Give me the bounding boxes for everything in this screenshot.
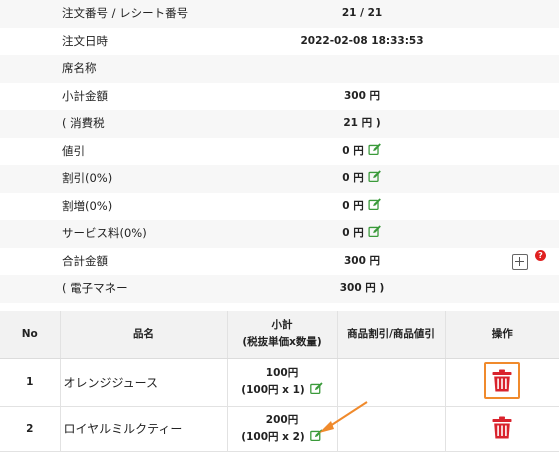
order-date-label: 注文日時 (62, 33, 108, 48)
yen-unit: 円 (353, 172, 364, 184)
yen-unit: 円 (365, 282, 376, 294)
tax-row: ( 消費税 21 円 ) (0, 110, 559, 138)
header-subtotal-line1: 小計 (271, 319, 293, 332)
subtotal-value: 300 円 (344, 83, 380, 111)
order-items-table: No 品名 小計 (税抜単価x数量) 商品割引/商品値引 操作 1 オレンジジュー… (0, 311, 559, 452)
surcharge-amount: 0 (342, 199, 350, 212)
total-value: 300 円 (344, 248, 380, 276)
tax-label: ( 消費税 (62, 116, 105, 130)
surcharge-row: 割増(0%) 0 円 (0, 193, 559, 221)
edit-icon[interactable] (368, 197, 382, 211)
close-paren: ) (379, 282, 385, 294)
row-subtotal: 200円 (100円 x 2) (227, 406, 338, 452)
trash-icon (492, 369, 512, 392)
rate-discount-amount: 0 (342, 172, 350, 184)
row-subtotal-detail: (100円 x 2) (241, 430, 305, 443)
row-subtotal-amount: 200円 (265, 413, 299, 426)
table-row: 1 オレンジジュース 100円 (100円 x 1) (0, 358, 559, 407)
seat-label: 席名称 (62, 61, 97, 75)
rate-discount-value: 0 円 (342, 165, 382, 193)
rate-discount-label: 割引(0%) (62, 171, 113, 185)
row-no: 2 (0, 406, 61, 452)
order-summary: 注文番号 / レシート番号 21 / 21 注文日時 2022-02-08 18… (0, 0, 559, 303)
order-date-value: 2022-02-08 18:33:53 (300, 34, 424, 47)
table-row: 2 ロイヤルミルクティー 200円 (100円 x 2) (0, 406, 559, 452)
service-charge-row: サービス料(0%) 0 円 (0, 220, 559, 248)
rate-discount-row: 割引(0%) 0 円 (0, 165, 559, 193)
price-discount-amount: 0 (342, 144, 350, 157)
row-subtotal: 100円 (100円 x 1) (227, 358, 338, 407)
yen-unit: 円 (353, 227, 364, 239)
order-number-value: 21 / 21 (341, 7, 383, 19)
total-amount: 300 (343, 254, 366, 267)
delete-button[interactable] (484, 409, 520, 446)
row-no: 1 (0, 358, 61, 407)
edit-icon[interactable] (368, 225, 382, 238)
row-item-discount (337, 358, 446, 407)
emoney-row: ( 電子マネー 300 円 ) (0, 275, 559, 303)
service-charge-value: 0 円 (342, 220, 382, 248)
subtotal-amount: 300 (343, 89, 366, 102)
order-number-row: 注文番号 / レシート番号 21 / 21 (0, 0, 559, 28)
order-date-row: 注文日時 2022-02-08 18:33:53 (0, 28, 559, 56)
yen-unit: 円 (353, 199, 364, 212)
edit-icon[interactable] (368, 170, 382, 183)
price-discount-value: 0 円 (342, 138, 382, 166)
price-discount-row: 値引 0 円 (0, 138, 559, 166)
subtotal-label: 小計金額 (62, 88, 108, 103)
yen-unit: 円 (353, 144, 364, 157)
header-name: 品名 (60, 311, 228, 359)
trash-icon (492, 416, 512, 438)
yen-unit: 円 (361, 117, 373, 129)
emoney-amount: 300 (339, 282, 362, 294)
edit-icon[interactable] (368, 142, 382, 156)
tax-value: 21 円 ) (343, 110, 380, 138)
edit-icon[interactable] (309, 382, 323, 395)
row-subtotal-amount: 100円 (265, 367, 299, 379)
plus-square-icon[interactable] (512, 253, 528, 270)
order-number-label: 注文番号 / レシート番号 (62, 6, 189, 20)
edit-icon[interactable] (309, 428, 323, 442)
surcharge-label: 割増(0%) (62, 198, 113, 213)
row-action (445, 358, 559, 407)
emoney-label: ( 電子マネー (62, 281, 128, 295)
yen-unit: 円 (369, 254, 381, 267)
total-label: 合計金額 (62, 253, 108, 268)
seat-row: 席名称 (0, 55, 559, 83)
surcharge-value: 0 円 (342, 193, 382, 221)
yen-unit: 円 (369, 89, 381, 102)
header-subtotal-line2: (税抜単価x数量) (242, 336, 322, 349)
row-subtotal-detail: (100円 x 1) (241, 384, 305, 396)
service-charge-label: サービス料(0%) (62, 226, 147, 240)
header-no: No (0, 311, 61, 359)
header-action: 操作 (445, 311, 559, 359)
close-paren: ) (375, 117, 381, 129)
total-row: 合計金額 300 円 ? (0, 248, 559, 276)
row-item-discount (337, 406, 446, 452)
row-item-name: ロイヤルミルクティー (60, 406, 228, 452)
tax-amount: 21 (343, 117, 358, 129)
service-charge-amount: 0 (342, 227, 350, 239)
header-item-discount: 商品割引/商品値引 (337, 311, 446, 359)
price-discount-label: 値引 (62, 143, 85, 158)
table-header-row: No 品名 小計 (税抜単価x数量) 商品割引/商品値引 操作 (0, 311, 559, 359)
delete-button[interactable] (484, 362, 521, 399)
question-circle-icon[interactable]: ? (535, 249, 546, 261)
emoney-value: 300 円 ) (340, 275, 385, 303)
subtotal-row: 小計金額 300 円 (0, 83, 559, 111)
header-subtotal: 小計 (税抜単価x数量) (227, 311, 338, 359)
row-action (445, 406, 559, 452)
row-item-name: オレンジジュース (60, 358, 228, 407)
